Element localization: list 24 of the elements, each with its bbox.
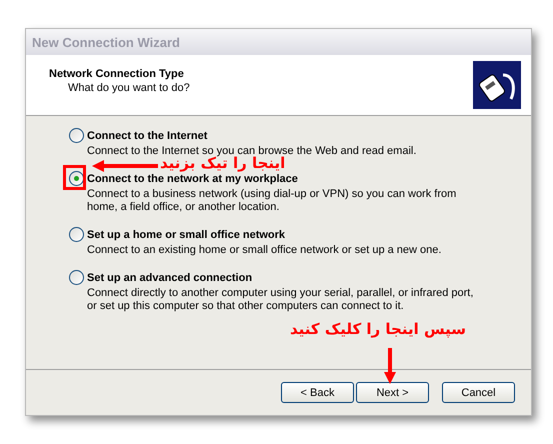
radio-button[interactable] — [69, 227, 84, 242]
cancel-button[interactable]: Cancel — [442, 382, 515, 403]
network-plug-icon — [473, 61, 521, 109]
option-label: Set up an advanced connection — [87, 272, 252, 284]
radio-button[interactable] — [69, 270, 84, 285]
option-label: Set up a home or small office network — [87, 228, 286, 240]
option-description: Connect to the Internet so you can browse the Web and read email. — [86, 145, 418, 157]
radio-button[interactable] — [69, 171, 84, 186]
highlight-frame — [63, 165, 86, 190]
page-title: Network Connection Type — [49, 68, 185, 80]
next-button[interactable]: Next > — [356, 382, 429, 403]
page-subtitle: What do you want to do? — [67, 82, 190, 94]
option-description: Connect directly to another computer using your serial, parallel, or infrared port, or set up this computer so that other computers can connect to it. — [86, 287, 474, 313]
left-arrow — [92, 160, 158, 172]
back-button[interactable]: < Back — [281, 382, 354, 403]
option-label: Connect to the network at my workplace — [87, 172, 298, 184]
radio-button[interactable] — [69, 128, 84, 143]
option-description: Connect to an existing home or small office network or set up a new one. — [86, 244, 442, 257]
option-label: Connect to the Internet — [87, 130, 208, 142]
window-title: New Connection Wizard — [32, 34, 180, 50]
annotation-text: سپس اینجا را کلیک کنید — [290, 322, 466, 337]
option-description: Connect to a business network (using dial-up or VPN) so you can work from home, a field office, or another location. — [86, 188, 458, 214]
down-arrow — [384, 348, 396, 384]
annotation-text: اینجا را تیک بزنید — [160, 156, 286, 171]
